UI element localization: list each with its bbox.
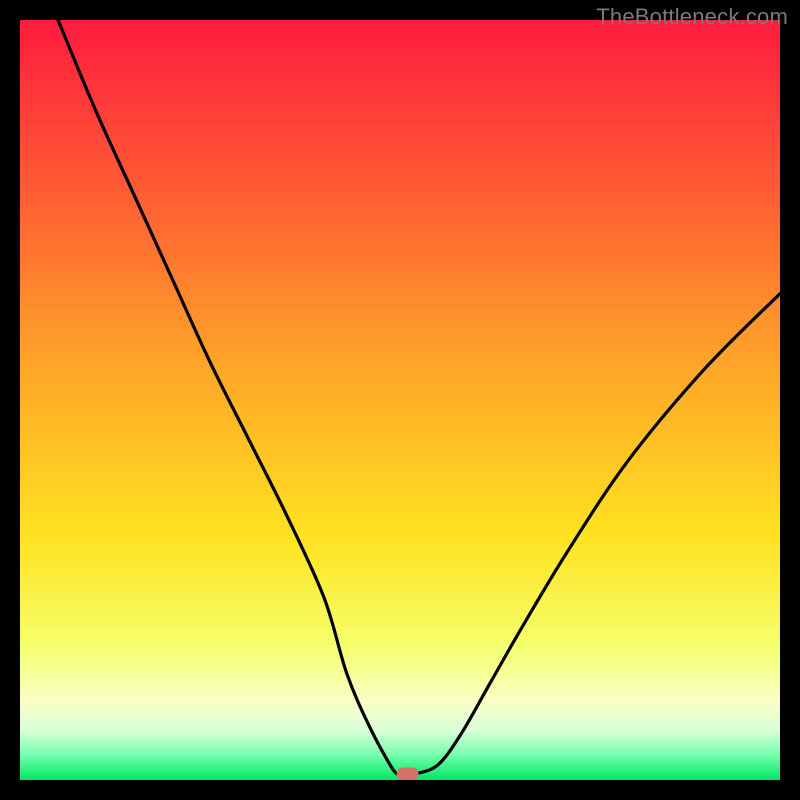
chart-frame: TheBottleneck.com (0, 0, 800, 800)
watermark-label: TheBottleneck.com (596, 4, 788, 30)
gradient-background (20, 20, 780, 780)
bottleneck-curve-chart (20, 20, 780, 780)
plot-area (20, 20, 780, 780)
optimal-marker (397, 767, 419, 780)
